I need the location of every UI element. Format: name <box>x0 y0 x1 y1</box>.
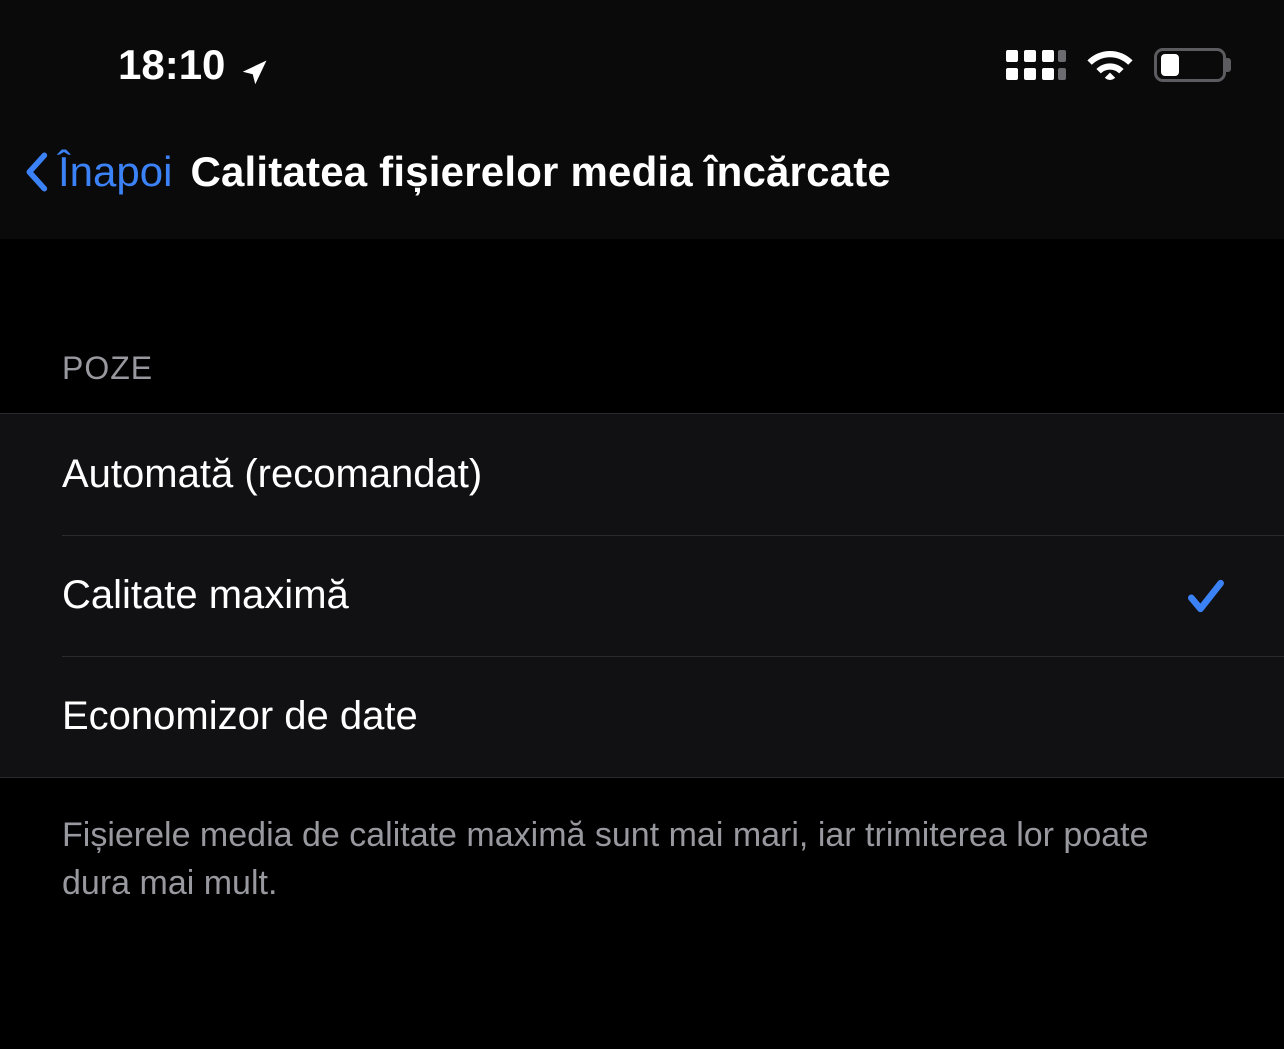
back-label: Înapoi <box>58 148 172 196</box>
option-auto[interactable]: Automată (recomandat) <box>0 414 1284 535</box>
chevron-left-icon <box>24 152 48 192</box>
section-header-poze: POZE <box>0 240 1284 413</box>
option-label: Automată (recomandat) <box>62 452 482 497</box>
cellular-icon <box>1006 50 1066 80</box>
option-max-quality[interactable]: Calitate maximă <box>0 535 1284 656</box>
page-title: Calitatea fișierelor media încărcate <box>190 148 891 196</box>
location-icon <box>239 50 269 80</box>
option-label: Calitate maximă <box>62 573 349 618</box>
option-label: Economizor de date <box>62 694 418 739</box>
option-data-saver[interactable]: Economizor de date <box>0 656 1284 777</box>
nav-bar: Înapoi Calitatea fișierelor media încărc… <box>0 130 1284 240</box>
wifi-icon <box>1086 45 1134 86</box>
status-right <box>1006 45 1226 86</box>
checkmark-icon <box>1184 574 1228 618</box>
status-time: 18:10 <box>118 41 225 89</box>
battery-icon <box>1154 48 1226 82</box>
content: POZE Automată (recomandat) Calitate maxi… <box>0 240 1284 907</box>
status-left: 18:10 <box>118 41 269 89</box>
options-list: Automată (recomandat) Calitate maximă Ec… <box>0 413 1284 778</box>
back-button[interactable]: Înapoi <box>24 148 172 196</box>
status-bar: 18:10 <box>0 0 1284 130</box>
section-footer: Fișierele media de calitate maximă sunt … <box>0 778 1284 907</box>
